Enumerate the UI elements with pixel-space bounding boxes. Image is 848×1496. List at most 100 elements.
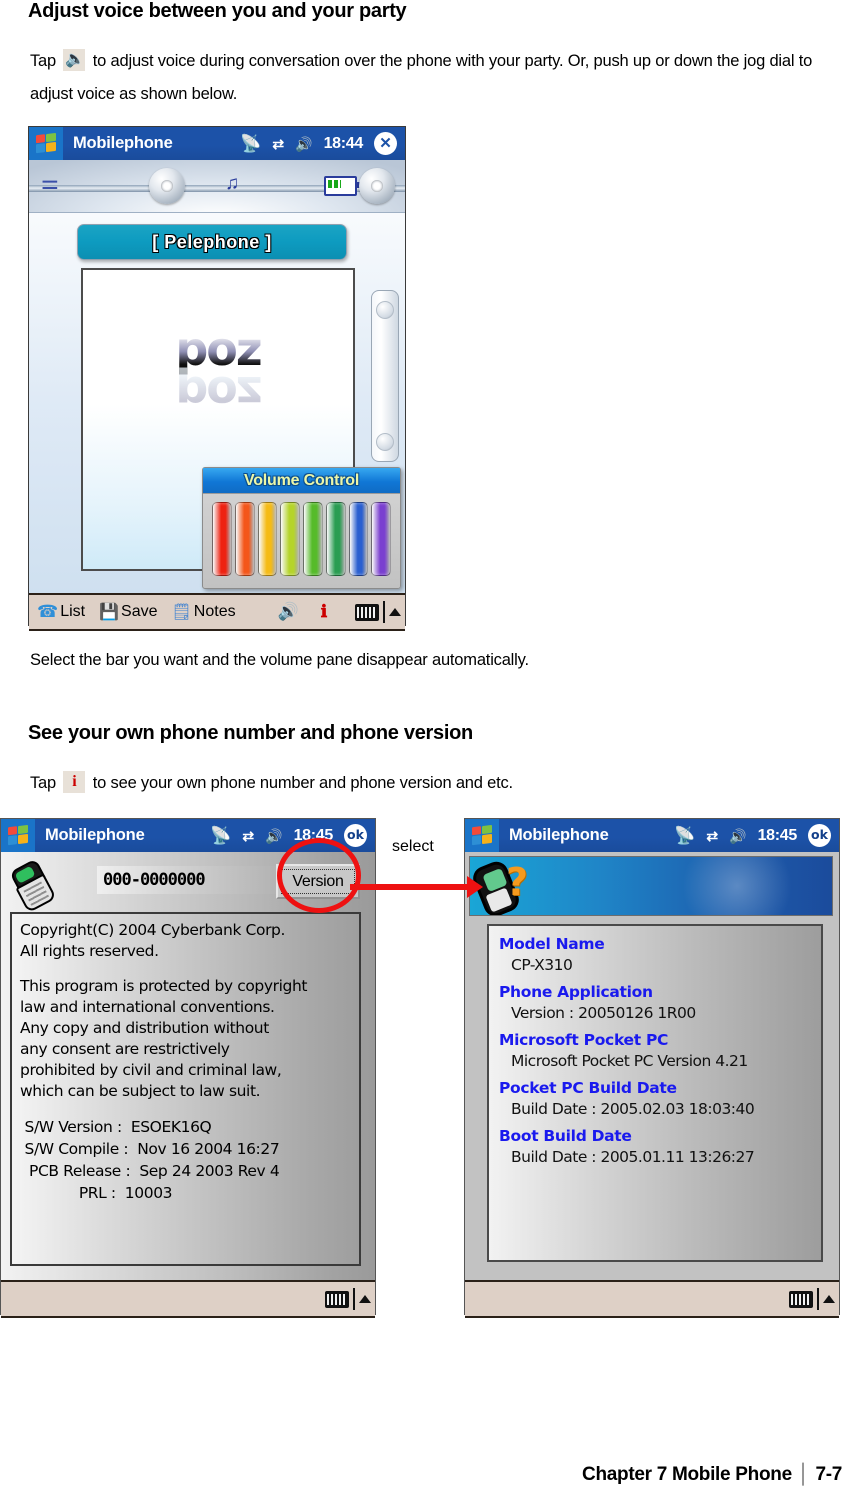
- paragraph-prefix: Tap: [30, 52, 57, 70]
- notepad-icon: 🗒: [171, 604, 192, 621]
- antenna-icon[interactable]: 📡: [210, 827, 231, 844]
- titlebar-title: Mobilephone: [509, 826, 609, 844]
- bar-2[interactable]: [234, 502, 255, 576]
- phone-handset-icon: ☎: [37, 602, 59, 621]
- titlebar-status-icons: 📡 ⇄ 🔊 18:44 ✕: [240, 127, 397, 160]
- volume-level-bars[interactable]: [212, 502, 391, 576]
- floppy-disk-icon: 💾: [99, 604, 120, 621]
- jog-knob-icon[interactable]: [359, 168, 395, 204]
- device-screenshot-version-screen: Mobilephone 📡 ⇄ 🔊 18:45 ok ? Model Name C…: [464, 818, 840, 1318]
- close-icon[interactable]: ✕: [374, 132, 397, 155]
- speaker-icon[interactable]: 🔊: [295, 137, 312, 151]
- speaker-icon[interactable]: 🔊: [729, 829, 746, 843]
- battery-icon: [324, 176, 360, 196]
- softbar-volume-button[interactable]: 🔊: [278, 602, 299, 622]
- softbar-info-button[interactable]: ℹ: [321, 602, 327, 622]
- softbar-notes-label: Notes: [193, 603, 236, 620]
- softbar-list-button[interactable]: ☎ List: [37, 602, 85, 622]
- side-jog-rail-icon[interactable]: [371, 290, 399, 462]
- footer-separator: │: [797, 1464, 810, 1485]
- titlebar-clock[interactable]: 18:45: [758, 827, 798, 845]
- annotation-circle-highlight: [277, 838, 361, 913]
- titlebar: Mobilephone 📡 ⇄ 🔊 18:45 ok: [465, 819, 839, 852]
- paragraph-prefix: Tap: [30, 774, 57, 792]
- sip-group[interactable]: [789, 1282, 835, 1316]
- chevron-up-icon[interactable]: [359, 1295, 371, 1303]
- keyboard-icon[interactable]: [355, 603, 379, 621]
- bar-7[interactable]: [348, 502, 369, 576]
- bar-3[interactable]: [257, 502, 278, 576]
- sip-group[interactable]: [355, 595, 401, 629]
- copyright-textbox: Copyright(C) 2004 Cyberbank Corp. All ri…: [10, 912, 361, 1266]
- music-note-icon: ♫: [225, 173, 240, 194]
- softbar-save-button[interactable]: 💾 Save: [99, 602, 157, 622]
- page-footer: Chapter 7 Mobile Phone │ 7-7: [582, 1464, 842, 1486]
- version-info-value: CP-X310: [511, 956, 573, 974]
- chevron-up-icon[interactable]: [823, 1295, 835, 1303]
- softbar-notes-button[interactable]: 🗒 Notes: [171, 602, 235, 622]
- soft-toolbar: ☎ List 💾 Save 🗒 Notes 🔊 ℹ: [29, 593, 405, 631]
- softbar-save-label: Save: [121, 603, 158, 620]
- ok-button[interactable]: ok: [808, 824, 831, 847]
- speaker-icon: 🔊: [277, 602, 299, 621]
- carrier-name: [ Pelephone ]: [152, 231, 272, 252]
- bar-8[interactable]: [371, 502, 391, 576]
- footer-chapter: Chapter 7 Mobile Phone: [582, 1464, 792, 1485]
- version-info-heading: Boot Build Date: [499, 1127, 632, 1145]
- windows-start-icon[interactable]: [465, 819, 499, 852]
- version-info-item: Phone Application Version : 20050126 1R00: [499, 982, 811, 1024]
- keyboard-icon[interactable]: [325, 1290, 349, 1308]
- titlebar-title: Mobilephone: [45, 826, 145, 844]
- antenna-icon[interactable]: 📡: [674, 827, 695, 844]
- titlebar-clock[interactable]: 18:44: [324, 135, 364, 153]
- copyright-text: Copyright(C) 2004 Cyberbank Corp. All ri…: [20, 921, 286, 960]
- windows-start-icon[interactable]: [29, 127, 63, 160]
- connectivity-icon[interactable]: ⇄: [242, 829, 254, 843]
- bar-1[interactable]: [212, 502, 232, 576]
- jog-knob-icon[interactable]: [149, 168, 185, 204]
- sip-group[interactable]: [325, 1282, 371, 1316]
- speaker-icon[interactable]: 🔊: [265, 829, 282, 843]
- footer-page-number: 7-7: [815, 1464, 842, 1485]
- sip-divider: [817, 1288, 819, 1310]
- bar-4[interactable]: [280, 502, 300, 576]
- phone-app-body: ⚌ ♫ [ Pelephone ] poz poz Volume Control: [29, 160, 405, 593]
- version-info-heading: Pocket PC Build Date: [499, 1079, 677, 1097]
- volume-control-pane[interactable]: Volume Control: [202, 467, 401, 589]
- sip-divider: [383, 601, 385, 623]
- poz-logo-reflection: poz: [83, 366, 353, 420]
- version-info-value: Build Date : 2005.01.11 13:26:27: [511, 1148, 755, 1166]
- version-info-heading: Phone Application: [499, 983, 653, 1001]
- page-title-phone-version: See your own phone number and phone vers…: [28, 722, 473, 744]
- version-screen-body: ? Model Name CP-X310 Phone Application Vers…: [465, 852, 839, 1280]
- volume-control-header: Volume Control: [203, 468, 400, 494]
- info-icon: i: [63, 771, 86, 793]
- caption-volume-pane: Select the bar you want and the volume p…: [30, 651, 529, 669]
- chevron-up-icon[interactable]: [389, 608, 401, 616]
- version-info-list: Model Name CP-X310 Phone Application Versio…: [487, 924, 823, 1262]
- antenna-icon[interactable]: 📡: [240, 135, 261, 152]
- bar-5[interactable]: [303, 502, 323, 576]
- mobile-phone-icon: [4, 857, 57, 914]
- version-info-heading: Microsoft Pocket PC: [499, 1031, 669, 1049]
- keyboard-icon[interactable]: [789, 1290, 813, 1308]
- softbar-list-label: List: [60, 603, 86, 620]
- paragraph-body: to see your own phone number and phone v…: [92, 774, 513, 792]
- antenna-icon: ⚌: [41, 170, 59, 194]
- phone-number-value: 000-0000000: [103, 870, 206, 890]
- version-info-item: Microsoft Pocket PC Microsoft Pocket PC V…: [499, 1030, 811, 1072]
- sip-divider: [353, 1288, 355, 1310]
- connectivity-icon[interactable]: ⇄: [706, 829, 718, 843]
- version-info-value: Build Date : 2005.02.03 18:03:40: [511, 1100, 755, 1118]
- windows-start-icon[interactable]: [1, 819, 35, 852]
- phone-question-icon: ?: [470, 858, 542, 915]
- version-info-item: Pocket PC Build Date Build Date : 2005.02…: [499, 1078, 811, 1120]
- ok-button[interactable]: ok: [344, 824, 367, 847]
- bar-6[interactable]: [325, 502, 346, 576]
- soft-toolbar: [465, 1280, 839, 1318]
- titlebar: Mobilephone 📡 ⇄ 🔊 18:44 ✕: [29, 127, 405, 160]
- annotation-label: select: [392, 838, 434, 855]
- device-screenshot-call-screen: Mobilephone 📡 ⇄ 🔊 18:44 ✕ ⚌ ♫ [ Pelephon…: [28, 126, 406, 631]
- hardware-jog-strip: ⚌ ♫: [29, 160, 405, 213]
- connectivity-icon[interactable]: ⇄: [272, 137, 284, 151]
